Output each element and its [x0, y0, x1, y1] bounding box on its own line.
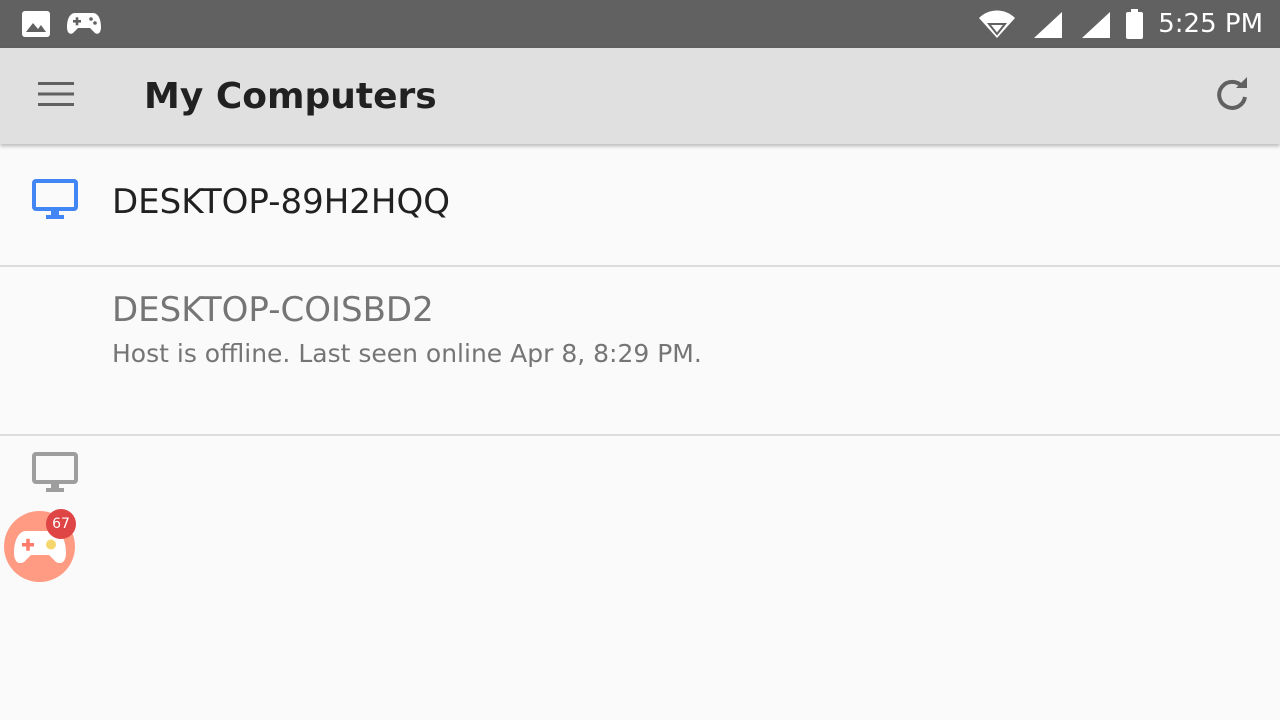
signal-icon [1034, 12, 1062, 42]
monitor-icon [32, 452, 80, 498]
page-title: My Computers [144, 76, 437, 117]
app-bar: My Computers [0, 48, 1280, 144]
image-icon [22, 11, 50, 41]
monitor-icon [32, 179, 80, 225]
host-status: Host is offline. Last seen online Apr 8,… [112, 339, 702, 368]
host-row-desktop-coisbd2[interactable]: DESKTOP-COISBD2 Host is offline. Last se… [0, 267, 1280, 492]
battery-icon [1126, 9, 1143, 43]
refresh-icon [1214, 76, 1250, 116]
host-row-desktop-89h2hqq[interactable]: DESKTOP-89H2HQQ [0, 144, 1280, 267]
host-name: DESKTOP-COISBD2 [112, 290, 434, 330]
menu-button[interactable] [26, 68, 86, 124]
gamepad-icon [67, 13, 101, 39]
notification-badge: 67 [46, 509, 76, 539]
wifi-icon [979, 10, 1015, 42]
host-name: DESKTOP-89H2HQQ [112, 182, 451, 222]
status-bar: 5:25 PM [0, 0, 1280, 48]
menu-icon [38, 82, 74, 110]
refresh-button[interactable] [1208, 72, 1256, 120]
status-time: 5:25 PM [1158, 9, 1263, 39]
host-list: DESKTOP-89H2HQQ DESKTOP-COISBD2 Host is … [0, 144, 1280, 492]
signal-icon [1082, 12, 1110, 42]
